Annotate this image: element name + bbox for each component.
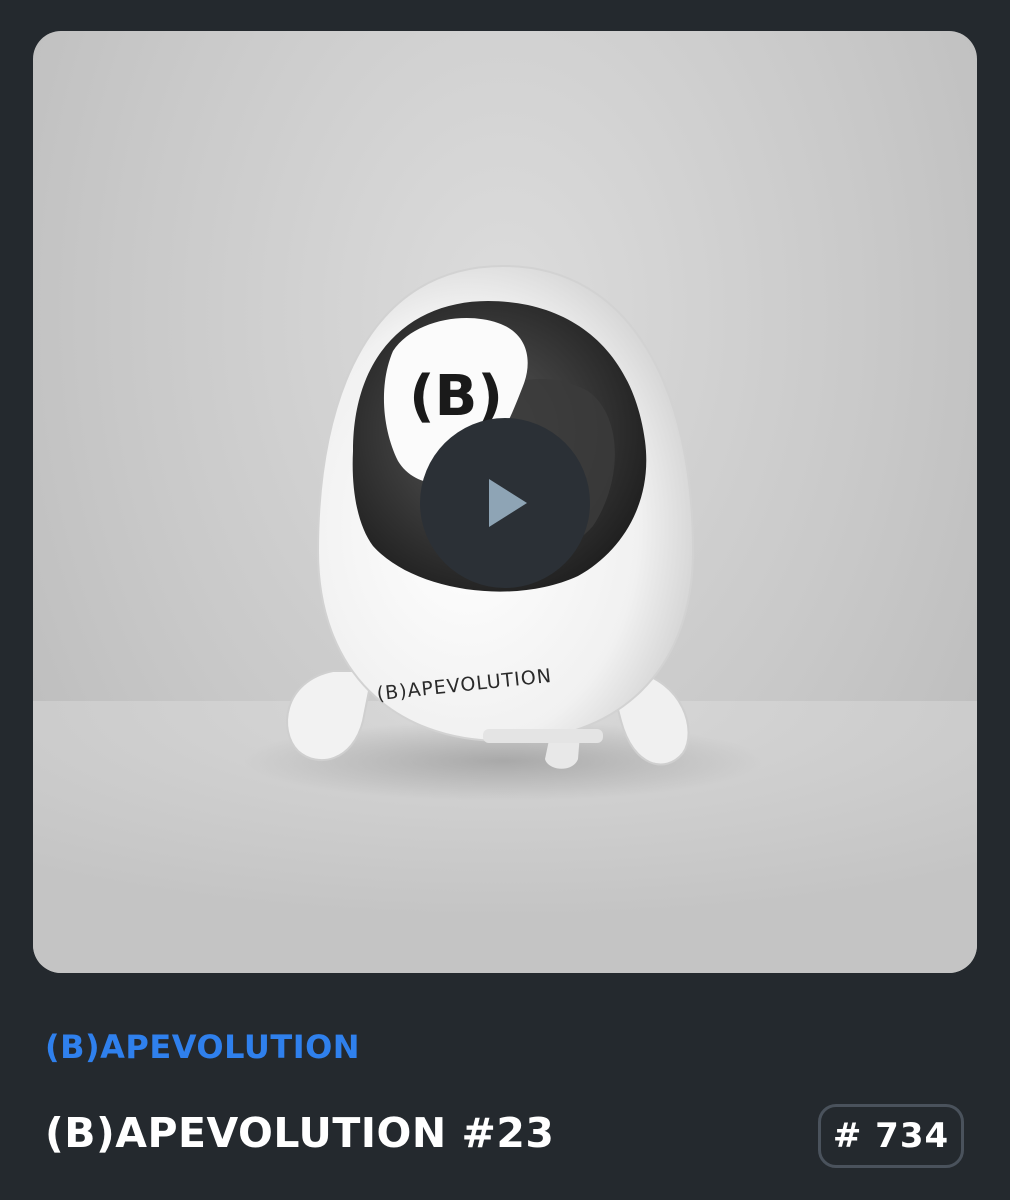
- item-title: (B)APEVOLUTION #23: [45, 1109, 555, 1157]
- nft-media-preview[interactable]: (B) (B)APEVOLUTION: [33, 31, 977, 973]
- rank-badge: # 734: [818, 1104, 964, 1168]
- play-button[interactable]: [420, 418, 590, 588]
- play-icon: [489, 479, 527, 527]
- collection-link[interactable]: (B)APEVOLUTION: [45, 1028, 360, 1066]
